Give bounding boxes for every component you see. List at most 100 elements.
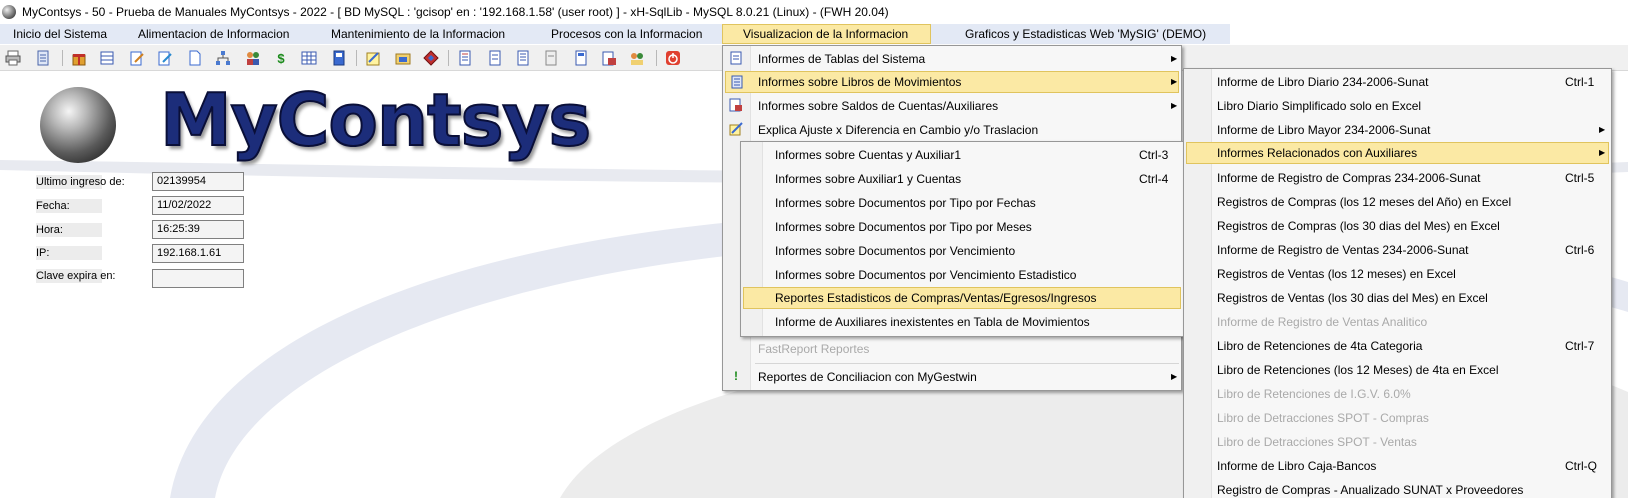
submenu-item-docs-tipo-meses[interactable]: Informes sobre Documentos por Tipo por M… xyxy=(743,216,1181,238)
shortcut-label: Ctrl-7 xyxy=(1565,339,1595,353)
time-value: 16:25:39 xyxy=(152,220,244,239)
menu-item-fastreport: FastReport Reportes xyxy=(758,342,870,356)
folder-report-icon[interactable] xyxy=(600,49,618,67)
menu-mantenimiento[interactable]: Mantenimiento de la Informacion xyxy=(325,24,511,44)
ledger-icon xyxy=(729,98,743,113)
menu-visualizacion[interactable]: Visualizacion de la Informacion xyxy=(722,24,931,44)
date-value: 11/02/2022 xyxy=(152,196,244,215)
page-icon[interactable] xyxy=(486,49,504,67)
shortcut-label: Ctrl-1 xyxy=(1565,75,1595,89)
app-globe-icon xyxy=(2,5,16,19)
menu-graficos[interactable]: Graficos y Estadisticas Web 'MySIG' (DEM… xyxy=(959,24,1212,44)
shortcut-label: Ctrl-6 xyxy=(1565,243,1595,257)
edit-document-alt-icon[interactable] xyxy=(156,49,174,67)
submenu-item-compras-anualizado[interactable]: Registro de Compras - Anualizado SUNAT x… xyxy=(1186,479,1609,498)
users-icon[interactable] xyxy=(244,49,262,67)
shortcut-label: Ctrl-Q xyxy=(1565,459,1597,473)
ip-label: IP: xyxy=(36,246,102,260)
logo-text: MyContsys xyxy=(159,77,592,163)
printer-icon[interactable] xyxy=(4,49,22,67)
submenu-item-auxiliares-inexistentes[interactable]: Informe de Auxiliares inexistentes en Ta… xyxy=(743,311,1181,333)
power-icon[interactable] xyxy=(664,49,682,67)
report-icon[interactable] xyxy=(34,49,52,67)
diamond-tool-icon[interactable] xyxy=(422,49,440,67)
submenu-item-cuentas-auxiliar1[interactable]: Informes sobre Cuentas y Auxiliar1 Ctrl-… xyxy=(743,144,1181,166)
toolbar-separator xyxy=(356,50,357,66)
gift-icon[interactable] xyxy=(70,49,88,67)
shortcut-label: Ctrl-3 xyxy=(1139,148,1169,162)
menu-procesos[interactable]: Procesos con la Informacion xyxy=(545,24,708,44)
title-bar: MyContsys - 50 - Prueba de Manuales MyCo… xyxy=(0,0,1628,24)
submenu-item-relacionados-auxiliares[interactable]: Informes Relacionados con Auxiliares ▶ xyxy=(1186,142,1609,164)
pencil-icon xyxy=(729,122,743,137)
window-title: MyContsys - 50 - Prueba de Manuales MyCo… xyxy=(22,5,889,19)
toolbar-separator xyxy=(656,50,657,66)
org-chart-icon[interactable] xyxy=(214,49,232,67)
submenu-item-retenciones-igv: Libro de Retenciones de I.G.V. 6.0% xyxy=(1217,387,1411,401)
menu-item-conciliacion[interactable]: ! Reportes de Conciliacion con MyGestwin… xyxy=(725,366,1179,388)
table-icon[interactable] xyxy=(98,49,116,67)
date-label: Fecha: xyxy=(36,199,102,213)
document-icon xyxy=(729,51,743,66)
submenu-arrow-icon: ▶ xyxy=(1171,54,1178,63)
toolbar-separator xyxy=(62,50,63,66)
menu-item-ajuste-diferencia[interactable]: Explica Ajuste x Diferencia en Cambio y/… xyxy=(725,119,1179,141)
exclamation-icon: ! xyxy=(734,369,738,383)
submenu-item-detracciones-ventas: Libro de Detracciones SPOT - Ventas xyxy=(1217,435,1417,449)
list-doc-icon[interactable] xyxy=(572,49,590,67)
ip-value: 192.168.1.61 xyxy=(152,244,244,263)
submenu-item-retenciones-4ta[interactable]: Libro de Retenciones de 4ta Categoria Ct… xyxy=(1186,335,1609,357)
last-login-label: Ultimo ingreso de: xyxy=(36,175,125,189)
submenu-item-compras-30-dias[interactable]: Registros de Compras (los 30 dias del Me… xyxy=(1186,215,1609,237)
book-icon[interactable] xyxy=(330,49,348,67)
ledger-icon[interactable] xyxy=(456,49,474,67)
libros-movimientos-submenu: Informe de Libro Diario 234-2006-Sunat C… xyxy=(1183,68,1612,498)
submenu-item-docs-tipo-fechas[interactable]: Informes sobre Documentos por Tipo por F… xyxy=(743,192,1181,214)
submenu-item-libro-mayor[interactable]: Informe de Libro Mayor 234-2006-Sunat ▶ xyxy=(1186,119,1609,141)
book-list-icon xyxy=(730,75,744,90)
shortcut-label: Ctrl-5 xyxy=(1565,171,1595,185)
page-lines-icon[interactable] xyxy=(514,49,532,67)
folder-edit-icon[interactable] xyxy=(394,49,412,67)
password-expiry-value xyxy=(152,269,244,288)
grid-icon[interactable] xyxy=(300,49,318,67)
menu-bar: Inicio del Sistema Alimentacion de Infor… xyxy=(0,24,1230,44)
menu-item-tablas[interactable]: Informes de Tablas del Sistema ▶ xyxy=(725,48,1179,70)
submenu-arrow-icon: ▶ xyxy=(1599,125,1606,134)
submenu-item-detracciones-compras: Libro de Detracciones SPOT - Compras xyxy=(1217,411,1429,425)
toolbar-separator xyxy=(448,50,449,66)
page-grey-icon[interactable] xyxy=(542,49,560,67)
submenu-item-docs-vencimiento-estadistico[interactable]: Informes sobre Documentos por Vencimient… xyxy=(743,264,1181,286)
submenu-item-ventas-12-meses[interactable]: Registros de Ventas (los 12 meses) en Ex… xyxy=(1186,263,1609,285)
time-label: Hora: xyxy=(36,223,102,237)
logo-sphere xyxy=(40,87,116,163)
menu-item-libros-movimientos[interactable]: Informes sobre Libros de Movimientos ▶ xyxy=(725,71,1179,93)
menu-alimentacion[interactable]: Alimentacion de Informacion xyxy=(132,24,295,44)
blank-document-icon[interactable] xyxy=(186,49,204,67)
submenu-item-docs-vencimiento[interactable]: Informes sobre Documentos por Vencimient… xyxy=(743,240,1181,262)
submenu-item-retenciones-12-meses[interactable]: Libro de Retenciones (los 12 Meses) de 4… xyxy=(1186,359,1609,381)
shortcut-label: Ctrl-4 xyxy=(1139,172,1169,186)
people-report-icon[interactable] xyxy=(628,49,646,67)
submenu-item-compras-12-meses[interactable]: Registros de Compras (los 12 meses del A… xyxy=(1186,191,1609,213)
submenu-arrow-icon: ▶ xyxy=(1171,101,1178,110)
menu-item-saldos[interactable]: Informes sobre Saldos de Cuentas/Auxilia… xyxy=(725,95,1179,117)
submenu-arrow-icon: ▶ xyxy=(1599,148,1606,157)
dollar-icon[interactable]: $ xyxy=(272,49,290,67)
menu-inicio[interactable]: Inicio del Sistema xyxy=(7,24,113,44)
submenu-item-reportes-estadisticos[interactable]: Reportes Estadisticos de Compras/Ventas/… xyxy=(743,287,1181,309)
submenu-item-diario-simplificado[interactable]: Libro Diario Simplificado solo en Excel xyxy=(1186,95,1609,117)
submenu-item-auxiliar1-cuentas[interactable]: Informes sobre Auxiliar1 y Cuentas Ctrl-… xyxy=(743,168,1181,190)
menu-separator xyxy=(755,363,1179,364)
submenu-arrow-icon: ▶ xyxy=(1171,77,1178,86)
submenu-arrow-icon: ▶ xyxy=(1171,372,1178,381)
edit-document-icon[interactable] xyxy=(128,49,146,67)
submenu-item-registro-ventas[interactable]: Informe de Registro de Ventas 234-2006-S… xyxy=(1186,239,1609,261)
submenu-item-caja-bancos[interactable]: Informe de Libro Caja-Bancos Ctrl-Q xyxy=(1186,455,1609,477)
submenu-item-ventas-30-dias[interactable]: Registros de Ventas (los 30 dias del Mes… xyxy=(1186,287,1609,309)
last-login-value: 02139954 xyxy=(152,172,244,191)
submenu-item-registro-compras[interactable]: Informe de Registro de Compras 234-2006-… xyxy=(1186,167,1609,189)
auxiliares-submenu: Informes sobre Cuentas y Auxiliar1 Ctrl-… xyxy=(740,141,1184,337)
notepad-icon[interactable] xyxy=(364,49,382,67)
submenu-item-libro-diario[interactable]: Informe de Libro Diario 234-2006-Sunat C… xyxy=(1186,71,1609,93)
